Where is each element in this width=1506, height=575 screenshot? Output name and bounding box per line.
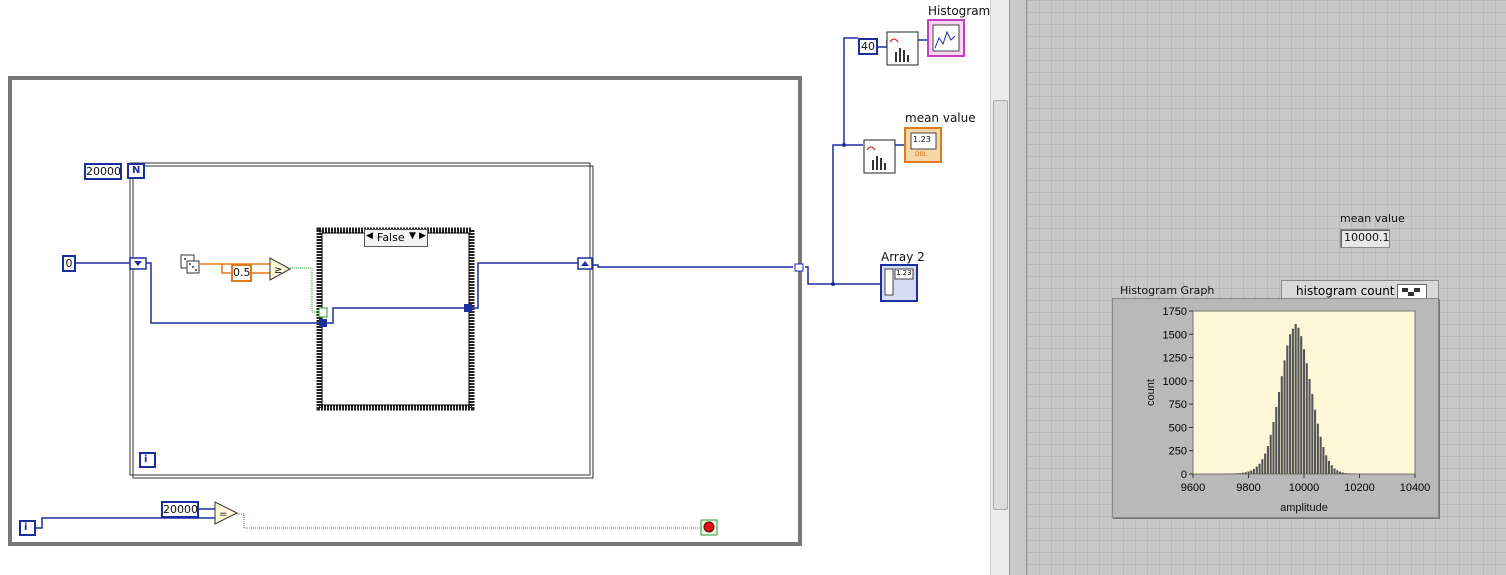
histogram-bar: [1255, 466, 1258, 474]
x-tick-label: 10200: [1344, 482, 1375, 494]
histogram-bar: [1283, 360, 1286, 474]
y-tick-label: 1750: [1163, 306, 1187, 318]
histogram-bar: [1294, 324, 1297, 474]
histogram-bar: [1250, 470, 1253, 474]
histogram-graph[interactable]: 0 250 500 750 1000 1250 1500 1750 9600 9800 10000…: [1112, 298, 1437, 516]
histogram-bar: [1291, 328, 1294, 474]
histogram-bar: [1344, 473, 1347, 474]
histogram-bar: [1316, 423, 1319, 474]
array2-value-text: 1.23: [896, 269, 912, 277]
histogram-bar: [1277, 392, 1281, 474]
scrollbar-thumb[interactable]: [993, 100, 1008, 510]
svg-text:≥: ≥: [274, 265, 282, 276]
y-tick-label: 0: [1181, 469, 1187, 481]
histogram-bar: [1261, 459, 1264, 474]
vertical-scrollbar[interactable]: [990, 0, 1009, 575]
y-tick-label: 500: [1169, 422, 1187, 434]
histogram-bar: [1308, 378, 1311, 474]
histogram-bar: [1258, 463, 1261, 474]
histogram-bar: [1305, 363, 1308, 474]
histogram-bar: [1275, 406, 1278, 474]
histogram-bar: [1233, 473, 1236, 474]
histogram-bar: [1325, 455, 1328, 474]
y-tick-label: 1500: [1163, 329, 1187, 341]
dbl-type-text: DBL: [915, 151, 928, 158]
case-input-tunnel: [319, 319, 327, 327]
x-tick-label: 9600: [1181, 482, 1205, 494]
threshold-constant[interactable]: 0.5: [231, 264, 252, 282]
case-selector-terminal: [318, 307, 328, 318]
array2-label: Array 2: [881, 250, 925, 264]
histogram-bar: [1269, 434, 1272, 474]
stop-condition-icon: [700, 519, 718, 536]
x-axis-label: amplitude: [1280, 502, 1328, 514]
dbl-value-text: 1.23: [913, 135, 931, 144]
increment-case-icon[interactable]: ▶: [419, 231, 426, 241]
block-diagram-canvas: ≥ =: [8, 19, 965, 546]
count-terminal-label: N: [132, 165, 141, 176]
equal-icon: =: [214, 501, 239, 525]
bins-constant[interactable]: 40: [858, 38, 878, 55]
case-selector-value: False: [377, 231, 405, 244]
histogram-bar: [1311, 393, 1314, 474]
histogram-bar: [1336, 470, 1339, 474]
histogram-bar: [1319, 436, 1322, 474]
while-iteration-terminal: [19, 520, 36, 536]
case-output-tunnel: [464, 304, 472, 312]
mean-value-label: mean value: [905, 111, 976, 125]
histogram-bar: [1300, 336, 1303, 474]
histogram-bar: [1339, 471, 1342, 474]
histogram-bar: [1236, 473, 1239, 474]
histogram-bar: [1341, 472, 1344, 474]
histogram-bar: [1322, 446, 1325, 474]
y-tick-label: 250: [1169, 446, 1187, 458]
case-selector-label[interactable]: ◀ False ▼ ▶: [364, 229, 428, 247]
fp-mean-value-label: mean value: [1340, 212, 1405, 225]
compare-constant[interactable]: 20000: [161, 501, 199, 518]
histogram-bar: [1266, 446, 1269, 474]
y-axis-label: count: [1145, 379, 1157, 406]
histogram-graph-terminal: [927, 19, 965, 57]
mean-value-indicator[interactable]: 10000.1: [1340, 229, 1390, 248]
mean-vi-icon: [863, 139, 896, 174]
svg-text:=: =: [219, 509, 227, 520]
y-tick-label: 1250: [1163, 353, 1187, 365]
histogram-bar: [1272, 421, 1275, 474]
while-iteration-label: i: [24, 522, 28, 533]
histogram-graph-title: Histogram Graph: [1120, 284, 1215, 297]
histogram-bar: [1314, 409, 1317, 474]
histogram-bar: [1302, 349, 1306, 474]
pane-splitter[interactable]: [1009, 0, 1027, 575]
case-dropdown-icon[interactable]: ▼: [409, 231, 416, 241]
histogram-bar: [1297, 327, 1300, 474]
legend-label: histogram count: [1296, 284, 1395, 298]
x-tick-label: 10000: [1289, 482, 1320, 494]
histogram-vi-icon: [886, 31, 919, 66]
decrement-case-icon[interactable]: ◀: [366, 231, 373, 241]
x-tick-label: 9800: [1236, 482, 1260, 494]
histogram-bar: [1347, 473, 1350, 474]
for-iteration-label: i: [144, 454, 148, 465]
y-tick-label: 750: [1169, 399, 1187, 411]
x-tick-label: 10400: [1400, 482, 1431, 494]
histogram-bar: [1241, 472, 1244, 474]
loop-output-tunnel: [794, 263, 804, 272]
histogram-bar: [1239, 473, 1242, 474]
histogram-bar: [1333, 468, 1336, 474]
y-tick-label: 1000: [1163, 376, 1187, 388]
histogram-bar: [1253, 468, 1256, 474]
histogram-bar: [1289, 334, 1292, 474]
shift-init-constant[interactable]: 0: [62, 255, 76, 272]
histogram-bar: [1286, 345, 1289, 474]
histogram-bar: [1330, 465, 1333, 474]
histogram-bar: [1280, 376, 1283, 474]
histogram-bar: [1247, 471, 1250, 474]
loop-count-constant[interactable]: 20000: [84, 163, 122, 180]
for-iteration-terminal: [139, 452, 156, 468]
histogram-bar: [1327, 460, 1331, 474]
histogram-bar: [1244, 472, 1247, 474]
histogram-bar: [1264, 453, 1267, 474]
